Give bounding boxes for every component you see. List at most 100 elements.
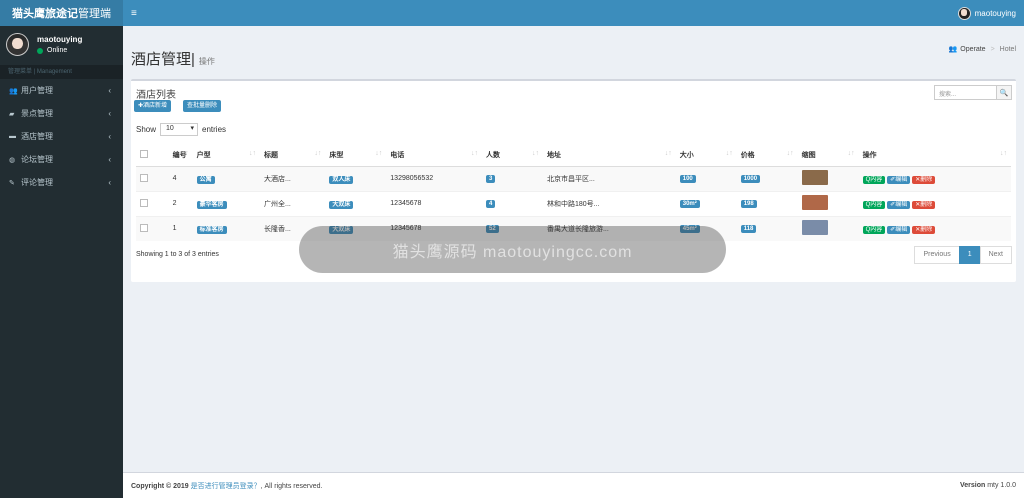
cell-address: 北京市昌平区... — [542, 165, 676, 191]
sidebar: maotouying Online 管理菜单 | Management 👥 用户管… — [0, 26, 123, 498]
column-header-0[interactable] — [136, 145, 169, 167]
avatar — [957, 6, 971, 20]
search-button[interactable]: 🔍 — [997, 85, 1012, 100]
entries-select[interactable]: 10 — [160, 123, 199, 136]
delete-button[interactable]: ✕删除 — [912, 201, 936, 209]
admin-login-link[interactable]: 是否进行管理员登录？ — [191, 483, 261, 490]
cell-phone: 13298056532 — [386, 165, 483, 191]
edit-button[interactable]: ✐编辑 — [887, 226, 911, 235]
column-header-11[interactable]: 操作 ↓↑ — [858, 145, 1011, 167]
view-button[interactable]: Q内容 — [862, 226, 886, 235]
chevron-left-icon: ‹ — [108, 86, 111, 95]
bed-type-badge: 双人床 — [329, 176, 354, 184]
sort-icon: ↓↑ — [847, 150, 855, 158]
users-icon: 👥 — [948, 46, 958, 53]
sort-icon: ↓↑ — [531, 150, 539, 158]
app-logo[interactable]: 猫头鹰旅途记 管理端 — [0, 0, 123, 26]
header-username: maotouying — [974, 8, 1016, 18]
sort-icon: ↓↑ — [664, 150, 672, 158]
show-entries: Show 10 entries — [136, 123, 226, 136]
size-badge: 100 — [679, 175, 696, 183]
sidebar-item-4[interactable]: ✎ 评论管理 ‹ — [0, 171, 123, 194]
hotel-thumbnail[interactable] — [801, 220, 828, 236]
sidebar-toggle-icon[interactable]: ≡ — [131, 8, 137, 19]
column-header-4[interactable]: 床型 ↓↑ — [325, 145, 387, 167]
page-subtitle: 操作 — [198, 57, 215, 66]
chevron-left-icon: ‹ — [108, 132, 111, 141]
logo-rest-text: 管理端 — [78, 8, 111, 20]
table-row: 4 公寓 大酒店... 双人床 13298056532 3 北京市昌平区... … — [136, 165, 1011, 191]
search-group: 搜索... 🔍 — [934, 85, 1012, 100]
size-badge: 30m² — [679, 200, 700, 208]
breadcrumb-operate[interactable]: Operate — [960, 46, 985, 53]
room-type-badge: 豪华客房 — [196, 201, 227, 209]
column-header-1[interactable]: 编号 ↓↑ — [168, 145, 193, 167]
add-hotel-button[interactable]: ✚酒店新增 — [134, 100, 172, 112]
sidebar-item-label: 用户管理 — [21, 86, 53, 95]
search-input[interactable]: 搜索... — [934, 85, 997, 100]
edit-icon: ✎ — [9, 179, 15, 187]
page-title: 酒店管理| 操作 — [131, 51, 215, 68]
breadcrumb: 👥 Operate > Hotel — [948, 45, 1016, 54]
edit-button[interactable]: ✐编辑 — [887, 176, 911, 184]
search-icon: 🔍 — [999, 89, 1009, 97]
user-menu[interactable]: maotouying — [957, 6, 1016, 20]
sort-icon: ↓↑ — [786, 150, 794, 158]
cell-title: 广州全... — [260, 190, 326, 216]
sidebar-item-3[interactable]: ◍ 论坛管理 ‹ — [0, 148, 123, 171]
chevron-left-icon: ‹ — [108, 155, 111, 164]
edit-button[interactable]: ✐编辑 — [887, 201, 911, 209]
status-dot-icon — [37, 47, 43, 54]
select-all-checkbox[interactable] — [140, 150, 148, 159]
column-header-7[interactable]: 地址 ↓↑ — [542, 145, 676, 167]
sidebar-item-0[interactable]: 👥 用户管理 ‹ — [0, 79, 123, 102]
column-header-8[interactable]: 大小 ↓↑ — [675, 145, 737, 167]
sidebar-item-1[interactable]: ▰ 景点管理 ‹ — [0, 102, 123, 125]
view-button[interactable]: Q内容 — [862, 176, 886, 184]
delete-button[interactable]: ✕删除 — [912, 176, 936, 184]
room-type-badge: 公寓 — [196, 176, 215, 184]
column-header-9[interactable]: 价格 ↓↑ — [736, 145, 798, 167]
sidebar-item-label: 酒店管理 — [21, 132, 53, 141]
delete-button[interactable]: ✕删除 — [912, 226, 936, 235]
cell-phone: 12345678 — [386, 190, 483, 216]
room-type-badge: 标准客房 — [196, 226, 227, 235]
batch-delete-button[interactable]: 查批量删除 — [183, 100, 222, 112]
price-badge: 1000 — [740, 175, 761, 183]
sort-icon: ↓↑ — [314, 150, 322, 158]
pagination-previous[interactable]: Previous — [914, 246, 960, 264]
row-checkbox[interactable] — [140, 198, 148, 207]
price-badge: 198 — [740, 200, 757, 208]
column-header-2[interactable]: 户型 ↓↑ — [192, 145, 261, 167]
row-checkbox[interactable] — [140, 223, 148, 232]
sidebar-item-label: 景点管理 — [21, 109, 53, 118]
logo-bold-text: 猫头鹰旅途记 — [12, 8, 78, 20]
user-panel: maotouying Online — [0, 26, 123, 63]
sidebar-item-label: 评论管理 — [21, 178, 53, 187]
bed-type-badge: 大双床 — [329, 201, 354, 209]
sort-icon: ↓↑ — [471, 150, 479, 158]
column-header-10[interactable]: 缩图 ↓↑ — [797, 145, 859, 167]
footer-copyright: Copyright © 2019 是否进行管理员登录？, All rights … — [131, 482, 323, 490]
hotel-thumbnail[interactable] — [801, 195, 828, 210]
bed-icon: ▬ — [9, 133, 16, 140]
users-icon: 👥 — [9, 87, 18, 95]
cell-address: 林和中路180号... — [542, 190, 676, 216]
footer: Copyright © 2019 是否进行管理员登录？, All rights … — [123, 472, 1024, 498]
column-header-3[interactable]: 标题 ↓↑ — [260, 145, 326, 167]
breadcrumb-hotel: Hotel — [999, 45, 1016, 53]
cell-id: 1 — [168, 215, 193, 241]
view-button[interactable]: Q内容 — [862, 201, 886, 209]
sidebar-item-2[interactable]: ▬ 酒店管理 ‹ — [0, 125, 123, 148]
pagination-next[interactable]: Next — [979, 246, 1012, 264]
cell-title: 大酒店... — [260, 165, 326, 191]
hotel-thumbnail[interactable] — [801, 170, 828, 185]
pagination-page-1[interactable]: 1 — [958, 246, 981, 264]
column-header-6[interactable]: 人数 ↓↑ — [482, 145, 543, 167]
column-header-5[interactable]: 电话 ↓↑ — [386, 145, 483, 167]
row-checkbox[interactable] — [140, 173, 148, 182]
price-badge: 118 — [740, 225, 757, 234]
cell-id: 4 — [168, 165, 193, 191]
chevron-left-icon: ‹ — [108, 109, 111, 118]
user-avatar — [6, 33, 29, 56]
